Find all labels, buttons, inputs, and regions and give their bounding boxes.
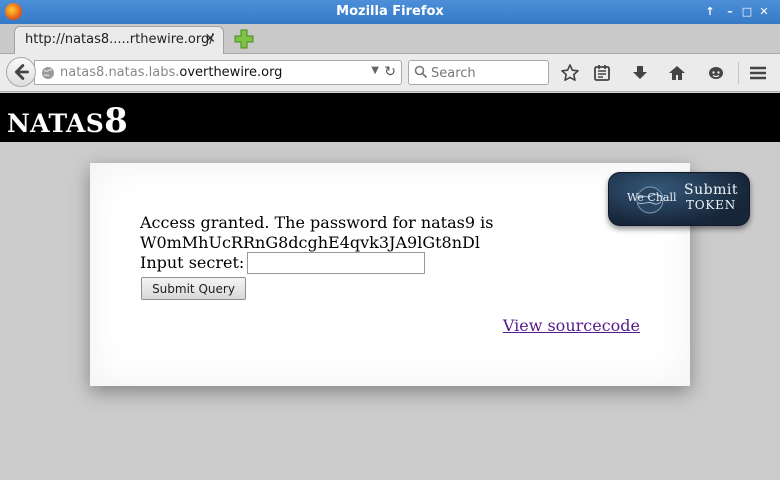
search-input[interactable] bbox=[431, 64, 541, 82]
maximize-button[interactable]: □ bbox=[739, 3, 755, 20]
url-text: natas8.natas.labs.overthewire.org bbox=[60, 65, 283, 80]
toolbar-separator bbox=[738, 62, 739, 84]
url-bar[interactable]: natas8.natas.labs.overthewire.org ▼ ↻ bbox=[34, 60, 402, 85]
secret-label: Input secret: bbox=[140, 253, 245, 272]
home-icon[interactable] bbox=[667, 63, 687, 83]
back-button[interactable] bbox=[6, 57, 36, 87]
tab-label: http://natas8.....rthewire.org/ bbox=[25, 32, 214, 47]
access-message: Access granted. The password for natas9 … bbox=[140, 213, 493, 253]
search-icon bbox=[414, 65, 428, 79]
reload-icon[interactable]: ↻ bbox=[384, 64, 396, 80]
submit-token-text: Submit TOKEN bbox=[684, 182, 738, 213]
wechall-submit-token-button[interactable]: We Chall Submit TOKEN bbox=[608, 172, 750, 226]
window-titlebar: Mozilla Firefox ↑ – □ ✕ bbox=[0, 0, 780, 24]
download-icon[interactable] bbox=[630, 63, 650, 83]
password-value: W0mMhUcRRnG8dcghE4qvk3JA9lGt8nDl bbox=[140, 233, 480, 252]
bookmark-star-icon[interactable] bbox=[560, 63, 580, 83]
window-title: Mozilla Firefox bbox=[336, 4, 444, 19]
url-dropdown-icon[interactable]: ▼ bbox=[371, 65, 379, 76]
content-panel: Access granted. The password for natas9 … bbox=[90, 163, 690, 386]
menu-icon[interactable] bbox=[748, 63, 768, 83]
back-arrow-icon bbox=[14, 64, 29, 80]
new-tab-plus-icon[interactable] bbox=[234, 29, 254, 49]
search-box[interactable] bbox=[408, 60, 549, 85]
page-viewport: NATAS8 Access granted. The password for … bbox=[0, 93, 780, 480]
navigation-toolbar: natas8.natas.labs.overthewire.org ▼ ↻ bbox=[0, 54, 780, 92]
submit-query-button[interactable]: Submit Query bbox=[141, 277, 246, 300]
chat-icon[interactable] bbox=[706, 63, 726, 83]
tab-close-button[interactable]: ✕ bbox=[204, 31, 216, 47]
minimize-button[interactable]: – bbox=[722, 3, 738, 20]
view-sourcecode-link[interactable]: View sourcecode bbox=[503, 316, 640, 335]
globe-icon bbox=[42, 67, 54, 79]
close-window-button[interactable]: ✕ bbox=[756, 3, 772, 20]
reading-list-icon[interactable] bbox=[592, 63, 612, 83]
tab-natas8[interactable]: http://natas8.....rthewire.org/ ✕ bbox=[14, 26, 224, 54]
tab-strip: http://natas8.....rthewire.org/ ✕ bbox=[0, 24, 780, 54]
wechall-logo-text: We Chall bbox=[627, 191, 677, 204]
site-title: NATAS8 bbox=[7, 101, 129, 141]
site-header: NATAS8 bbox=[0, 93, 780, 142]
window-up-button[interactable]: ↑ bbox=[702, 3, 718, 20]
access-message-line: Access granted. The password for natas9 … bbox=[140, 213, 494, 232]
secret-input[interactable] bbox=[247, 252, 425, 274]
